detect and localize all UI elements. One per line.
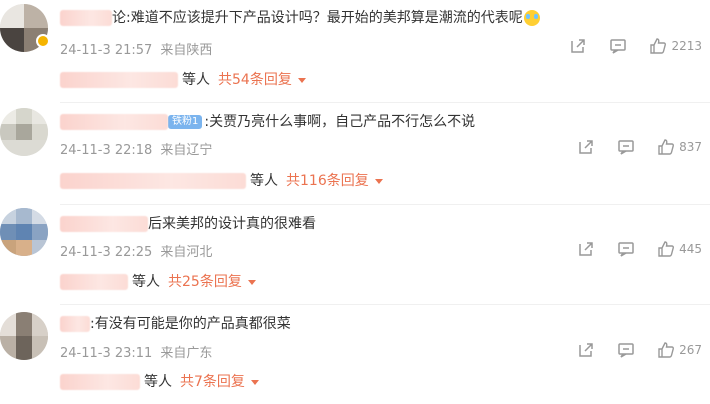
reply-summary[interactable]: 等人 共116条回复 — [60, 171, 383, 191]
like-count: 837 — [679, 140, 702, 154]
avatar[interactable] — [0, 312, 48, 360]
divider — [60, 102, 710, 103]
reply-usernames-blurred — [60, 173, 246, 189]
reply-deng: 等人 — [182, 72, 210, 88]
chevron-down-icon[interactable] — [297, 77, 306, 83]
username-suffix: 论 — [112, 10, 126, 26]
comment-time: 24-11-3 22:25 — [60, 245, 153, 260]
comment-actions: 2213 — [569, 37, 702, 55]
share-icon[interactable] — [577, 240, 595, 258]
comment-location: 来自河北 — [160, 245, 213, 260]
thumbs-up-icon[interactable] — [649, 37, 667, 55]
username-blurred[interactable] — [60, 216, 148, 232]
share-icon[interactable] — [577, 341, 595, 359]
reply-count-link[interactable]: 共54条回复 — [218, 72, 292, 88]
thumbs-up-icon[interactable] — [657, 138, 675, 156]
comment-text-line: 论:难道不应该提升下产品设计吗？最开始的美邦算是潮流的代表呢 — [60, 8, 540, 28]
reply-usernames-blurred — [60, 72, 178, 88]
chevron-down-icon[interactable] — [250, 379, 259, 385]
comment-actions: 445 — [577, 240, 702, 258]
reply-summary[interactable]: 等人 共7条回复 — [60, 372, 259, 392]
reply-usernames-blurred — [60, 274, 128, 290]
comment-item: 后来美邦的设计真的很难看 24-11-3 22:25 来自河北 445 等人 共25… — [0, 206, 710, 304]
comment-icon[interactable] — [609, 37, 627, 55]
like-count: 267 — [679, 343, 702, 357]
chevron-down-icon[interactable] — [374, 178, 383, 184]
comment-text-line: 后来美邦的设计真的很难看 — [60, 214, 316, 234]
share-icon[interactable] — [569, 37, 587, 55]
comment-meta: 24-11-3 22:25 来自河北 — [60, 241, 212, 260]
reply-deng: 等人 — [144, 374, 172, 390]
comment-actions: 837 — [577, 138, 702, 156]
reply-count-link[interactable]: 共116条回复 — [286, 173, 369, 189]
comment-meta: 24-11-3 23:11 来自广东 — [60, 342, 212, 361]
fan-badge: 铁粉1 — [168, 115, 203, 129]
like-count: 445 — [679, 242, 702, 256]
reply-summary[interactable]: 等人 共25条回复 — [60, 272, 256, 292]
comment-item: 论:难道不应该提升下产品设计吗？最开始的美邦算是潮流的代表呢 24-11-3 2… — [0, 0, 710, 102]
comment-time: 24-11-3 22:18 — [60, 143, 153, 158]
comment-text: :难道不应该提升下产品设计吗？最开始的美邦算是潮流的代表呢 — [126, 10, 523, 26]
comment-item: 铁粉1:关贾乃亮什么事啊，自己产品不行怎么不说 24-11-3 22:18 来自辽… — [0, 104, 710, 204]
comment-actions: 267 — [577, 341, 702, 359]
divider — [60, 204, 710, 205]
chevron-down-icon[interactable] — [247, 279, 256, 285]
comment-time: 24-11-3 21:57 — [60, 43, 153, 58]
comment-location: 来自广东 — [160, 346, 213, 361]
comment-icon[interactable] — [617, 138, 635, 156]
comment-item: :有没有可能是你的产品真都很菜 24-11-3 23:11 来自广东 267 等人… — [0, 306, 710, 404]
comment-text-line: 铁粉1:关贾乃亮什么事啊，自己产品不行怎么不说 — [60, 112, 475, 132]
comment-text-line: :有没有可能是你的产品真都很菜 — [60, 314, 291, 334]
comment-icon[interactable] — [617, 341, 635, 359]
thumbs-up-icon[interactable] — [657, 240, 675, 258]
reply-usernames-blurred — [60, 374, 140, 390]
comment-time: 24-11-3 23:11 — [60, 346, 153, 361]
comment-icon[interactable] — [617, 240, 635, 258]
username-blurred[interactable] — [60, 114, 168, 130]
share-icon[interactable] — [577, 138, 595, 156]
verified-badge-icon — [36, 34, 50, 48]
comment-location: 来自辽宁 — [160, 143, 213, 158]
reply-summary[interactable]: 等人 共54条回复 — [60, 70, 306, 90]
comment-text: 后来美邦的设计真的很难看 — [148, 216, 316, 232]
avatar[interactable] — [0, 208, 48, 256]
username-blurred[interactable] — [60, 316, 90, 332]
comment-text: :有没有可能是你的产品真都很菜 — [90, 316, 291, 332]
reply-count-link[interactable]: 共25条回复 — [168, 274, 242, 290]
reply-deng: 等人 — [132, 274, 160, 290]
like-count: 2213 — [671, 39, 702, 53]
thumbs-up-icon[interactable] — [657, 341, 675, 359]
avatar[interactable] — [0, 108, 48, 156]
divider — [60, 304, 710, 305]
comment-location: 来自陕西 — [160, 43, 213, 58]
comment-meta: 24-11-3 22:18 来自辽宁 — [60, 139, 212, 158]
comment-meta: 24-11-3 21:57 来自陕西 — [60, 39, 212, 58]
laugh-cry-emoji-icon — [523, 10, 540, 26]
comment-text: :关贾乃亮什么事啊，自己产品不行怎么不说 — [204, 114, 476, 130]
reply-deng: 等人 — [250, 173, 278, 189]
username-blurred[interactable] — [60, 10, 112, 26]
reply-count-link[interactable]: 共7条回复 — [180, 374, 245, 390]
